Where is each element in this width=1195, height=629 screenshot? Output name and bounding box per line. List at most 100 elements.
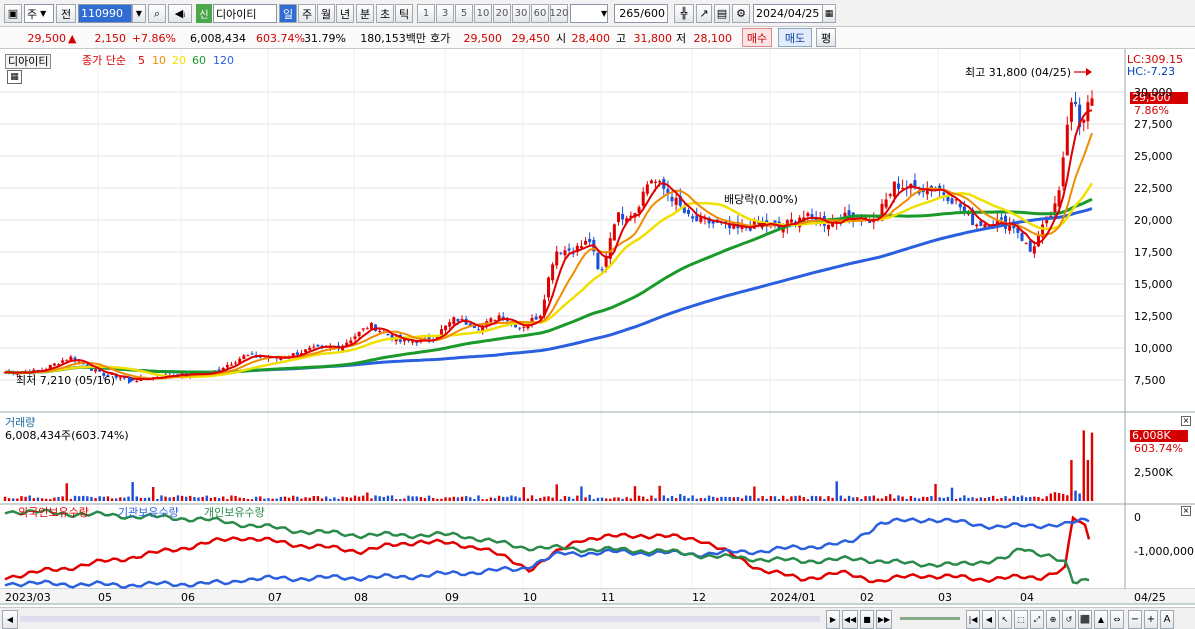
volume-bar [884,496,888,501]
volume-bar [168,497,171,501]
candle-body [979,221,983,226]
volume-close-icon[interactable]: × [1181,416,1191,426]
volume-bar [596,497,600,501]
calendar-icon[interactable]: ▦ [822,4,836,23]
ma-period-10[interactable]: 10 [152,54,166,67]
font-size-icon[interactable]: A [1160,610,1174,629]
volume-bar [777,499,781,501]
code-dropdown-icon[interactable]: ▼ [132,4,146,23]
scroll-right-icon[interactable]: ▶ [826,610,840,629]
sound-icon[interactable]: ◀ᵢ [168,4,192,23]
ma-period-120[interactable]: 120 [213,54,234,67]
period-tab-1[interactable]: 주 [298,4,316,23]
low-label: 저 [676,32,687,45]
search-icon[interactable]: ⌕ [148,4,166,23]
market-select[interactable]: 주 ▼ [24,4,54,23]
x-axis-label-6: 10 [523,591,537,604]
buy-button[interactable]: 매수 [742,28,772,47]
forward-icon[interactable]: ▶▶ [876,610,892,629]
cursor-icon[interactable]: ↖ [998,610,1012,629]
interval-button-6[interactable]: 60 [531,4,549,23]
candle-body [942,192,946,195]
volume-bar [386,495,390,501]
prev-button[interactable]: 전 [56,4,76,23]
ma-period-5[interactable]: 5 [138,54,145,67]
link-icon[interactable]: ⊕ [1046,610,1060,629]
candle-body [246,355,250,357]
volume-bar [753,486,756,501]
interval-button-7[interactable]: 120 [549,4,569,23]
table-icon[interactable]: ▦ [7,70,22,84]
candle-body [888,194,892,196]
select-icon[interactable]: ⬚ [1014,610,1028,629]
count-field[interactable]: 265/600 [614,4,668,23]
x-axis-label-2: 06 [181,591,195,604]
reset-icon[interactable]: ↺ [1062,610,1076,629]
period-tab-3[interactable]: 년 [336,4,354,23]
volume-bar [230,495,233,501]
volume-bar [172,496,176,501]
period-tab-6[interactable]: 틱 [395,4,413,23]
period-tab-2[interactable]: 월 [317,4,335,23]
interval-button-4[interactable]: 20 [493,4,511,23]
candle-type-icon[interactable]: ╬ [674,4,694,23]
volume-bar [341,496,344,501]
mark-icon[interactable]: ▲ [1094,610,1108,629]
volume-bar [901,496,904,501]
candle-body [1074,101,1078,105]
first-icon[interactable]: |◀ [966,610,980,629]
volume-bar [555,484,558,501]
stop-icon[interactable]: ■ [860,610,874,629]
period-tab-0[interactable]: 일 [279,4,297,23]
candle-body [217,369,221,371]
evaluation-button[interactable]: 평 [816,28,836,47]
candle-body [135,381,139,383]
candle-body [460,319,464,321]
fit-icon[interactable]: ⤢ [1030,610,1044,629]
volume-bar [86,496,89,501]
stock-name-field[interactable]: 디아이티 [213,4,277,23]
interval-button-1[interactable]: 3 [436,4,454,23]
volume-bar [913,497,917,501]
candle-body [658,181,662,183]
volume-bar [1037,496,1040,501]
sell-button[interactable]: 매도 [778,28,812,47]
save-icon[interactable]: ▤ [714,4,730,23]
volume-bar [810,495,814,501]
volume-bar [234,495,237,501]
capture-icon[interactable]: ⬛ [1078,610,1092,629]
interval-input[interactable]: ▼ [570,4,608,23]
scroll-left-icon[interactable]: ◀ [2,610,18,629]
volume-bar [950,487,954,501]
scrollbar-track[interactable] [20,616,820,622]
candle-body [448,322,452,327]
rewind-icon[interactable]: ◀◀ [842,610,858,629]
volume-bar [1041,498,1044,501]
x-axis-label-9: 2024/01 [770,591,816,604]
interval-button-2[interactable]: 5 [455,4,473,23]
ma-period-60[interactable]: 60 [192,54,206,67]
expand-icon[interactable]: ⇔ [1110,610,1124,629]
stock-name-tag[interactable]: 디아이티 [5,54,52,69]
zoom-slider[interactable] [900,617,960,620]
candle-body [621,214,625,220]
period-tab-5[interactable]: 초 [376,4,394,23]
volume-bar [983,498,987,501]
interval-button-0[interactable]: 1 [417,4,435,23]
window-layout-icon[interactable]: ▣ [4,4,22,23]
period-tab-4[interactable]: 분 [356,4,374,23]
gear-icon[interactable]: ⚙ [732,4,750,23]
zoom-out-icon[interactable]: − [1128,610,1142,629]
code-input[interactable]: 110990 [78,4,132,23]
interval-button-3[interactable]: 10 [474,4,492,23]
holding-close-icon[interactable]: × [1181,506,1191,516]
drawing-tool-icon[interactable]: ↗ [696,4,712,23]
x-axis-label-12: 04 [1020,591,1034,604]
volume-bar [24,496,27,501]
ma-period-20[interactable]: 20 [172,54,186,67]
volume-bar [485,499,488,501]
interval-button-5[interactable]: 30 [512,4,530,23]
prev-icon[interactable]: ◀ [982,610,996,629]
zoom-in-icon[interactable]: + [1144,610,1158,629]
date-field[interactable]: 2024/04/25 [753,4,823,23]
